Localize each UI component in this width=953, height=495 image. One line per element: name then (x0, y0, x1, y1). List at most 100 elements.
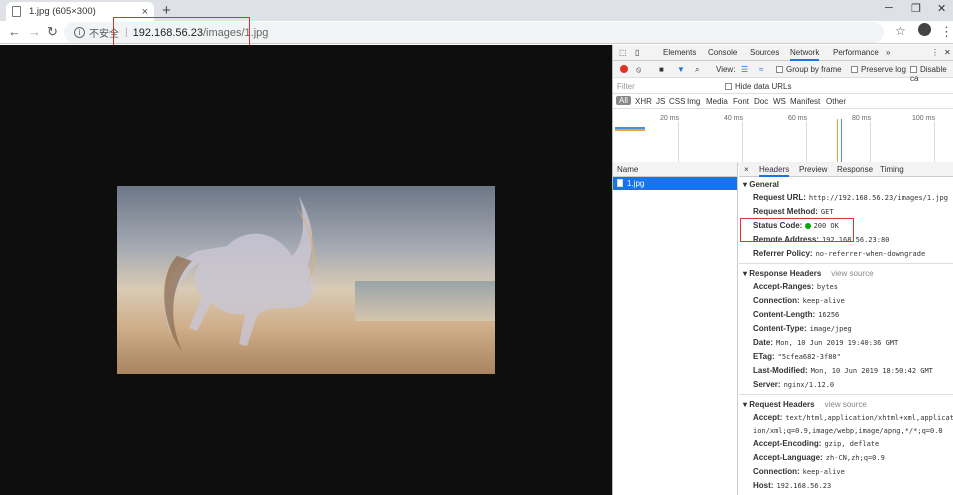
header-key: Server: (753, 380, 781, 389)
devtools-panel: ⬚ ▯ Elements Console Sources Network Per… (612, 45, 953, 495)
tab-title: 1.jpg (605×300) (29, 6, 96, 17)
tab-performance[interactable]: Performance (833, 48, 879, 57)
capture-screenshots-icon[interactable]: ■ (659, 65, 664, 74)
tab-elements[interactable]: Elements (663, 48, 696, 57)
referrer-policy-row: Referrer Policy: no-referrer-when-downgra… (739, 247, 953, 261)
filter-input[interactable]: Filter (617, 82, 635, 91)
tab-timing[interactable]: Timing (880, 165, 904, 174)
header-key: Last-Modified: (753, 366, 808, 375)
request-header-row: Accept-Encoding: gzip, deflate (739, 437, 953, 451)
header-key: Referrer Policy: (753, 249, 813, 258)
close-window-button[interactable]: ✕ (937, 2, 946, 15)
tab-preview[interactable]: Preview (799, 165, 827, 174)
tab-console[interactable]: Console (708, 48, 737, 57)
header-key: Connection: (753, 296, 800, 305)
page-icon (12, 6, 21, 17)
record-icon[interactable] (620, 65, 628, 73)
type-all[interactable]: All (616, 96, 631, 105)
header-key: Connection: (753, 467, 800, 476)
response-header-row: Accept-Ranges: bytes (739, 280, 953, 294)
response-header-row: Server: nginx/1.12.0 (739, 378, 953, 392)
type-manifest[interactable]: Manifest (790, 97, 820, 106)
type-ws[interactable]: WS (773, 97, 786, 106)
request-list: Name 1.jpg (613, 162, 738, 495)
unicorn-illustration (164, 196, 315, 351)
minimize-button[interactable]: ─ (885, 2, 893, 14)
type-img[interactable]: Img (687, 97, 700, 106)
response-headers-title[interactable]: ▾ Response Headers view source (739, 266, 953, 280)
inspect-icon[interactable]: ⬚ (619, 48, 627, 57)
restore-button[interactable]: ❐ (911, 2, 921, 15)
more-tabs-icon[interactable]: » (886, 48, 890, 57)
header-key: Accept-Ranges: (753, 282, 814, 291)
detail-close-icon[interactable]: × (744, 165, 749, 174)
header-key: Request Method: (753, 207, 818, 216)
back-button[interactable]: ← (8, 24, 21, 39)
tab-network[interactable]: Network (790, 48, 820, 61)
type-xhr[interactable]: XHR (635, 97, 652, 106)
filter-row: Filter Hide data URLs (613, 78, 953, 94)
preserve-log-checkbox[interactable]: Preserve log (851, 65, 906, 74)
overview-gridline (934, 121, 935, 164)
forward-button[interactable]: → (28, 24, 41, 39)
header-key: Request URL: (753, 193, 806, 202)
page-viewport (0, 45, 612, 495)
header-value: 192.168.56.23 (776, 482, 832, 490)
view-source-link[interactable]: view source (831, 269, 873, 278)
type-other[interactable]: Other (826, 97, 846, 106)
response-header-row: Last-Modified: Mon, 10 Jun 2019 18:50:42 … (739, 364, 953, 378)
overview-gridline (870, 121, 871, 164)
header-key: Content-Type: (753, 324, 807, 333)
overview-marker-load (837, 119, 838, 163)
group-by-frame-checkbox[interactable]: Group by frame (776, 65, 842, 74)
devtools-menu-icon[interactable]: ⋮ (931, 48, 939, 57)
header-value: nginx/1.12.0 (783, 381, 835, 389)
request-row[interactable]: 1.jpg (613, 177, 737, 190)
request-method-row: Request Method: GET (739, 205, 953, 219)
type-css[interactable]: CSS (669, 97, 685, 106)
overview-bar-download (615, 129, 645, 131)
name-column-header[interactable]: Name (613, 162, 737, 177)
overview-marker-domcontent (841, 119, 842, 163)
header-key: Date: (753, 338, 774, 347)
tab-headers[interactable]: Headers (759, 165, 790, 177)
hide-data-urls-label: Hide data URLs (735, 82, 792, 91)
view-source-link[interactable]: view source (825, 400, 867, 409)
request-header-row: Connection: keep-alive (739, 465, 953, 479)
device-toggle-icon[interactable]: ▯ (635, 48, 639, 57)
request-headers-label: ▾ Request Headers (743, 400, 815, 409)
tab-response[interactable]: Response (837, 165, 873, 174)
view-label: View: (716, 65, 736, 74)
type-doc[interactable]: Doc (754, 97, 768, 106)
hide-data-urls-checkbox[interactable]: Hide data URLs (725, 82, 791, 91)
devtools-close-icon[interactable]: ✕ (944, 48, 951, 57)
request-headers-title[interactable]: ▾ Request Headers view source (739, 397, 953, 411)
type-js[interactable]: JS (656, 97, 665, 106)
info-icon[interactable]: i (74, 27, 85, 38)
header-value-continued: ion/xml;q=0.9,image/webp,image/apng,*/*;… (753, 427, 943, 435)
bookmark-star-icon[interactable]: ☆ (895, 24, 906, 39)
clear-icon[interactable]: ⦸ (636, 65, 641, 75)
header-value: "5cfea682-3f80" (777, 353, 841, 361)
tab-sources[interactable]: Sources (750, 48, 779, 57)
overview-gridline (742, 121, 743, 164)
reload-button[interactable]: ↻ (47, 24, 58, 39)
header-key: Content-Length: (753, 310, 816, 319)
search-icon[interactable]: ⌕ (695, 65, 699, 75)
header-key: Accept: (753, 413, 783, 422)
large-rows-icon[interactable]: ☰ (741, 65, 748, 74)
browser-menu-icon[interactable]: ⋮ (940, 24, 953, 39)
type-media[interactable]: Media (706, 97, 728, 106)
header-key: Accept-Encoding: (753, 439, 822, 448)
profile-avatar[interactable] (918, 23, 931, 36)
filter-icon[interactable]: ▼ (677, 65, 685, 74)
tab-close-icon[interactable]: × (142, 6, 148, 18)
header-value: http://192.168.56.23/images/1.jpg (808, 194, 948, 202)
overview-icon[interactable]: ≈ (759, 65, 763, 74)
type-font[interactable]: Font (733, 97, 749, 106)
network-toolbar: ⦸ ■ ▼ ⌕ View: ☰ ≈ Group by frame Preserv… (613, 61, 953, 83)
request-detail: × Headers Preview Response Timing ▾ Gene… (739, 162, 953, 495)
status-highlight-box (740, 218, 854, 242)
general-section-title[interactable]: ▾ General (739, 177, 953, 191)
network-overview: 20 ms 40 ms 60 ms 80 ms 100 ms (613, 109, 953, 165)
